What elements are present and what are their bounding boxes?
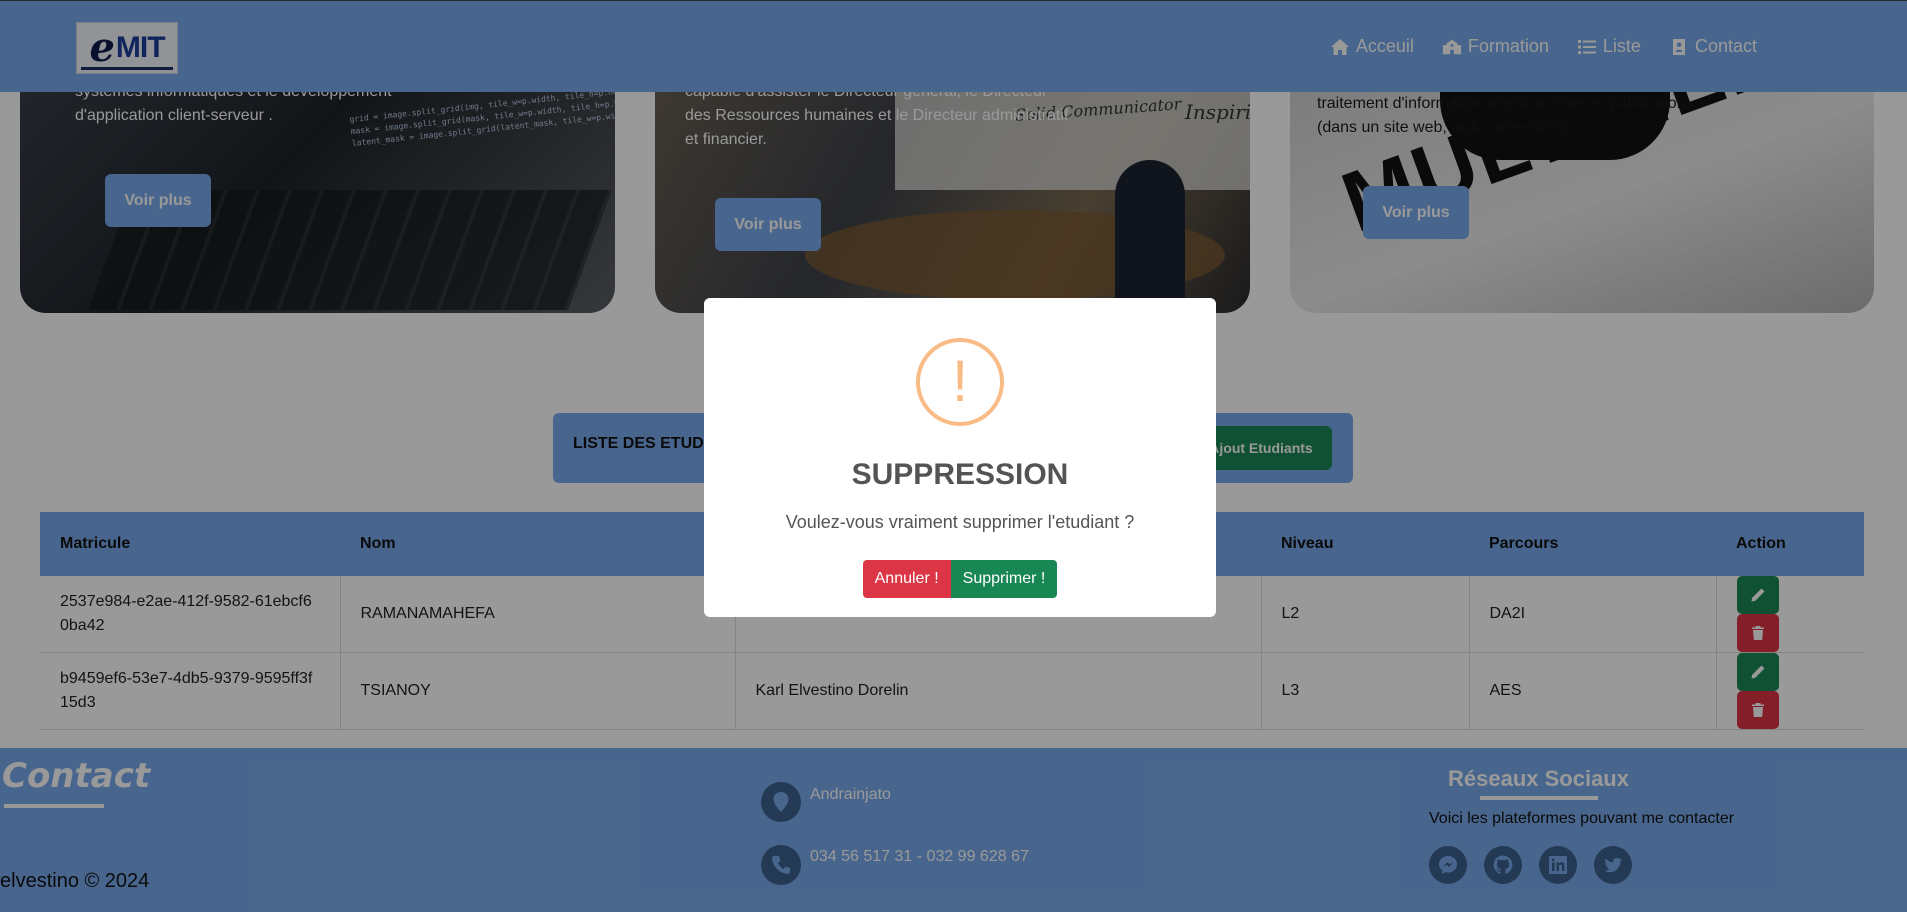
cancel-button[interactable]: Annuler !	[862, 560, 951, 598]
dialog-actions: Annuler ! Supprimer !	[704, 560, 1216, 598]
dialog-title: SUPPRESSION	[851, 458, 1069, 491]
dialog-message: Voulez-vous vraiment supprimer l'etudian…	[785, 512, 1135, 532]
delete-confirm-dialog: ! SUPPRESSION Voulez-vous vraiment suppr…	[704, 298, 1216, 617]
confirm-delete-button[interactable]: Supprimer !	[950, 560, 1058, 598]
warning-icon: !	[916, 338, 1004, 426]
